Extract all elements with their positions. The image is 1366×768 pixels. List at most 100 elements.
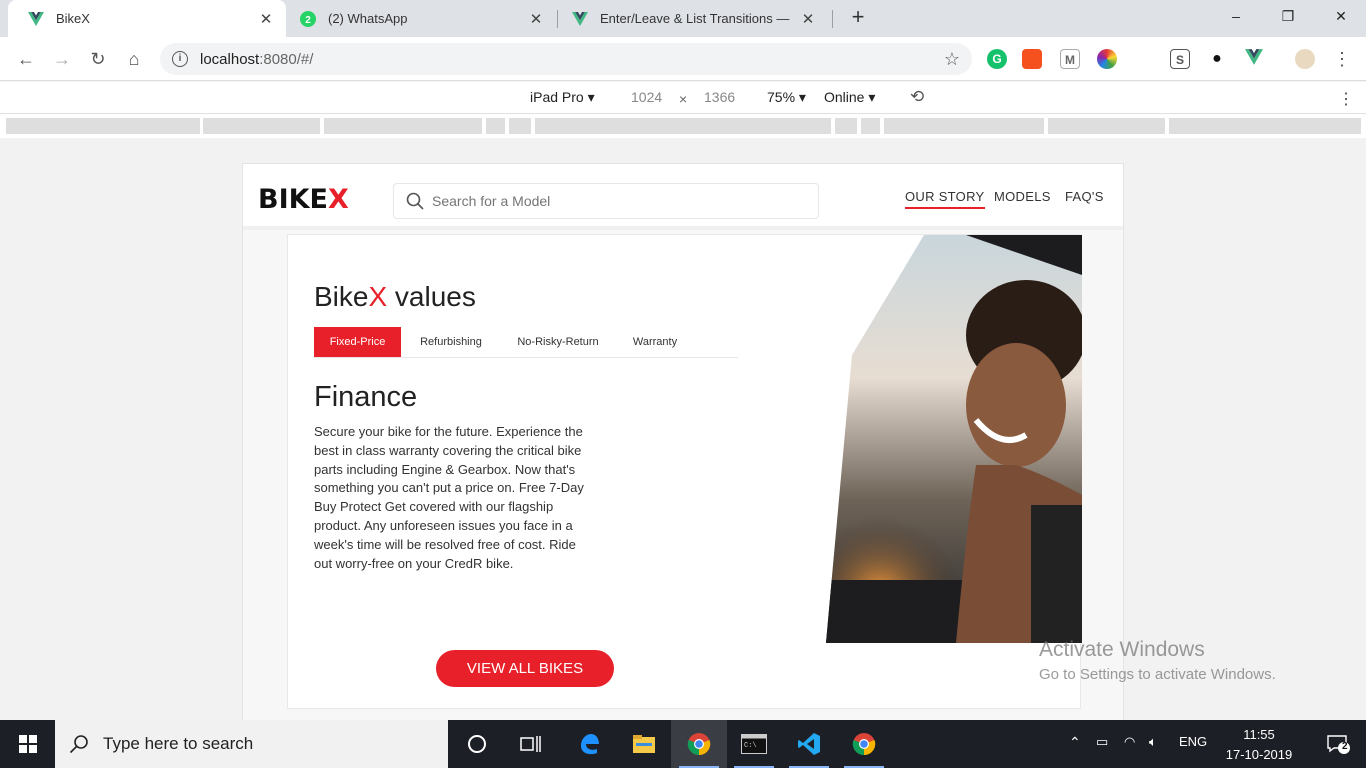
- media-query-bar[interactable]: [324, 118, 482, 134]
- values-tabs: Fixed-Price Refurbishing No-Risky-Return…: [314, 327, 738, 358]
- svg-text:2: 2: [305, 15, 311, 26]
- notification-icon[interactable]: 2: [1310, 720, 1366, 768]
- zoom-select[interactable]: 75% ▾: [767, 89, 806, 106]
- site-header: BIKEX OUR STORY MODELS FAQ'S: [243, 164, 1123, 230]
- home-icon[interactable]: ⌂: [120, 45, 148, 73]
- new-tab-button[interactable]: +: [846, 6, 870, 30]
- svg-text:C:\: C:\: [744, 742, 757, 750]
- browser-menu-icon[interactable]: ⋮: [1328, 45, 1356, 73]
- bikex-logo[interactable]: BIKEX: [258, 184, 349, 215]
- minimize-button[interactable]: –: [1213, 0, 1259, 32]
- browser-tab-whatsapp[interactable]: 2 (2) WhatsApp ✕: [280, 0, 556, 37]
- section-body: Secure your bike for the future. Experie…: [314, 424, 584, 571]
- watermark-line-1: Activate Windows: [1039, 638, 1205, 661]
- mail-extension-icon[interactable]: M: [1060, 49, 1080, 69]
- forward-arrow-icon[interactable]: →: [48, 45, 76, 73]
- chrome-profile-icon[interactable]: [836, 720, 892, 768]
- s-extension-icon[interactable]: S: [1170, 49, 1190, 69]
- close-window-button[interactable]: ✕: [1318, 0, 1364, 32]
- model-search-box[interactable]: [393, 183, 819, 219]
- url-path: :8080/#/: [259, 50, 314, 68]
- tab-no-risky-return[interactable]: No-Risky-Return: [507, 327, 609, 357]
- edge-browser-icon[interactable]: [561, 720, 617, 768]
- vue-devtools-extension-icon[interactable]: [1244, 49, 1264, 69]
- device-height-input[interactable]: 1366: [704, 89, 735, 105]
- wifi-icon[interactable]: ◠: [1124, 734, 1135, 750]
- nav-our-story[interactable]: OUR STORY: [905, 189, 985, 209]
- rotate-icon[interactable]: ⟲: [910, 87, 924, 107]
- device-toolbar: iPad Pro ▾ 1024 × 1366 75% ▾ Online ▾ ⟲ …: [0, 82, 1366, 114]
- reload-icon[interactable]: ↻: [84, 45, 112, 73]
- whatsapp-icon: 2: [300, 10, 316, 27]
- tab-fixed-price[interactable]: Fixed-Price: [314, 327, 401, 357]
- media-query-bar[interactable]: [1169, 118, 1361, 134]
- cortana-icon[interactable]: [449, 720, 505, 768]
- devtools-menu-icon[interactable]: ⋮: [1338, 89, 1354, 109]
- media-query-bar[interactable]: [6, 118, 200, 134]
- tab-separator: [832, 10, 833, 28]
- clock-time: 11:55: [1243, 727, 1275, 742]
- volume-icon[interactable]: 🔈︎: [1149, 734, 1157, 750]
- address-bar[interactable]: i localhost:8080/#/ ☆: [160, 43, 972, 75]
- close-tab-icon[interactable]: ✕: [800, 10, 816, 28]
- device-select[interactable]: iPad Pro ▾: [530, 89, 595, 106]
- media-query-bar[interactable]: [1048, 118, 1165, 134]
- language-indicator[interactable]: ENG: [1179, 734, 1207, 749]
- vue-icon: [28, 11, 44, 27]
- browser-tab-strip: BikeX ✕ 2 (2) WhatsApp ✕ Enter/Leave & L…: [0, 0, 1366, 37]
- office-extension-icon[interactable]: [1022, 49, 1042, 69]
- nav-models[interactable]: MODELS: [994, 189, 1051, 204]
- search-icon: [406, 192, 424, 210]
- profile-avatar[interactable]: [1295, 49, 1315, 69]
- github-extension-icon[interactable]: ●: [1207, 49, 1227, 69]
- system-clock[interactable]: 11:55 17-10-2019: [1218, 725, 1300, 765]
- grammarly-extension-icon[interactable]: G: [987, 49, 1007, 69]
- chrome-taskbar-icon[interactable]: [671, 720, 727, 768]
- tab-refurbishing[interactable]: Refurbishing: [408, 327, 494, 357]
- media-query-ruler: [0, 114, 1366, 138]
- dimension-times-label: ×: [679, 91, 688, 107]
- url-host: localhost: [200, 50, 260, 68]
- taskbar-search-placeholder: Type here to search: [103, 734, 254, 753]
- maximize-button[interactable]: ❐: [1265, 0, 1311, 32]
- close-tab-icon[interactable]: ✕: [258, 10, 274, 28]
- battery-icon[interactable]: ▭: [1096, 734, 1108, 750]
- media-query-bar[interactable]: [509, 118, 531, 134]
- chevron-up-icon[interactable]: ⌃: [1069, 734, 1081, 751]
- media-query-bar[interactable]: [203, 118, 320, 134]
- media-query-bar[interactable]: [535, 118, 831, 134]
- browser-tab-bikex[interactable]: BikeX ✕: [8, 0, 286, 37]
- device-width-input[interactable]: 1024: [631, 89, 662, 105]
- back-arrow-icon[interactable]: ←: [12, 45, 40, 73]
- info-icon[interactable]: i: [172, 51, 188, 67]
- media-query-bar[interactable]: [861, 118, 880, 134]
- color-picker-extension-icon[interactable]: [1097, 49, 1117, 69]
- media-query-bar[interactable]: [884, 118, 1044, 134]
- values-heading: BikeX values: [314, 281, 476, 312]
- tab-warranty[interactable]: Warranty: [623, 327, 687, 357]
- taskbar-search-box[interactable]: Type here to search: [55, 720, 448, 768]
- tab-title: BikeX: [56, 11, 90, 26]
- media-query-bar[interactable]: [835, 118, 857, 134]
- view-all-bikes-button[interactable]: VIEW ALL BIKES: [436, 650, 614, 687]
- browser-tab-vue-docs[interactable]: Enter/Leave & List Transitions — ✕: [552, 0, 828, 37]
- task-view-icon[interactable]: [503, 720, 559, 768]
- vue-icon: [572, 11, 588, 27]
- search-icon: [69, 735, 88, 754]
- woman-in-car-photo: [826, 235, 1082, 643]
- close-tab-icon[interactable]: ✕: [528, 10, 544, 28]
- terminal-icon[interactable]: C:\: [726, 720, 782, 768]
- bookmark-star-icon[interactable]: ☆: [944, 49, 960, 70]
- device-viewport: BIKEX OUR STORY MODELS FAQ'S BikeX value…: [0, 138, 1366, 720]
- search-input[interactable]: [432, 193, 792, 209]
- notification-count: 2: [1342, 741, 1348, 752]
- windows-start-icon[interactable]: [0, 720, 55, 768]
- network-throttle-select[interactable]: Online ▾: [824, 89, 875, 106]
- tab-title: (2) WhatsApp: [328, 11, 408, 26]
- nav-faqs[interactable]: FAQ'S: [1065, 189, 1104, 204]
- file-explorer-icon[interactable]: [616, 720, 672, 768]
- media-query-bar[interactable]: [486, 118, 505, 134]
- values-card: BikeX values Fixed-Price Refurbishing No…: [287, 234, 1082, 709]
- browser-toolbar: ← → ↻ ⌂ i localhost:8080/#/ ☆ G M S ● ⋮: [0, 37, 1366, 81]
- vscode-icon[interactable]: [781, 720, 837, 768]
